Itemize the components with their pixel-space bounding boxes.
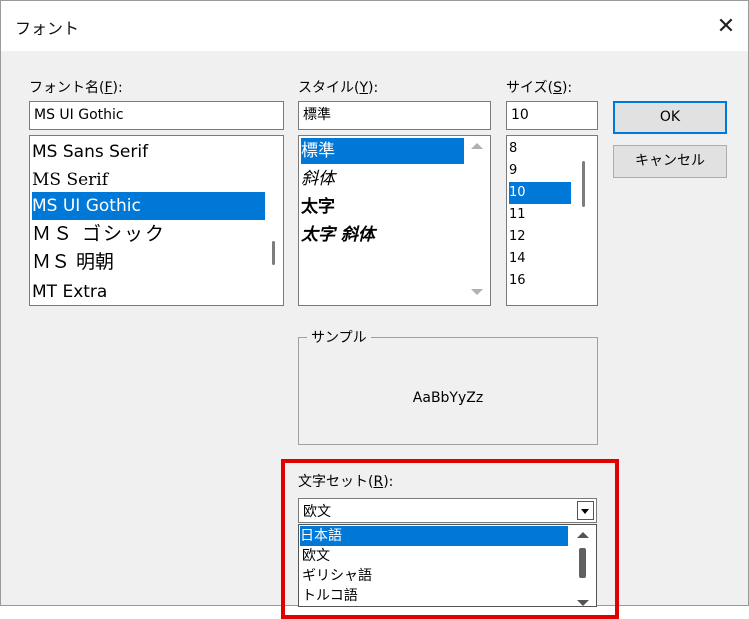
charset-highlight-box bbox=[281, 459, 619, 619]
style-scroll-down-icon[interactable] bbox=[471, 289, 483, 295]
font-name-list[interactable]: MS Sans Serif MS Serif MS UI Gothic ＭＳ ゴ… bbox=[29, 135, 284, 306]
size-label: サイズ(S): bbox=[506, 80, 573, 96]
style-item-regular[interactable]: 標準 bbox=[301, 138, 464, 164]
style-item-italic[interactable]: 斜体 bbox=[301, 166, 472, 192]
font-item-ms-serif[interactable]: MS Serif bbox=[32, 166, 265, 194]
size-list-scroll-thumb[interactable] bbox=[582, 161, 585, 207]
font-name-label: フォント名(F): bbox=[29, 80, 123, 96]
font-name-input[interactable]: MS UI Gothic bbox=[29, 101, 284, 130]
font-list-scroll-thumb[interactable] bbox=[272, 241, 275, 265]
style-list-scrollbar[interactable] bbox=[465, 137, 489, 304]
sample-group: サンプル AaBbYyZz bbox=[298, 327, 598, 445]
size-item-8[interactable]: 8 bbox=[509, 138, 571, 160]
style-scroll-up-icon[interactable] bbox=[471, 143, 483, 149]
close-button[interactable]: ✕ bbox=[704, 7, 748, 47]
size-input[interactable]: 10 bbox=[506, 101, 598, 130]
font-item-ms-mincho[interactable]: ＭＳ 明朝 bbox=[32, 248, 265, 276]
font-item-ms-ui-gothic[interactable]: MS UI Gothic bbox=[32, 192, 265, 220]
dialog-title: フォント bbox=[15, 19, 80, 38]
cancel-button[interactable]: キャンセル bbox=[613, 145, 727, 178]
title-bar: フォント ✕ bbox=[1, 1, 748, 51]
style-item-bold-italic[interactable]: 太字 斜体 bbox=[301, 222, 472, 248]
size-item-11[interactable]: 11 bbox=[509, 204, 571, 226]
font-item-ms-sans-serif[interactable]: MS Sans Serif bbox=[32, 138, 265, 166]
sample-text: AaBbYyZz bbox=[412, 390, 484, 406]
font-list-scrollbar[interactable] bbox=[266, 137, 282, 304]
size-list-scrollbar[interactable] bbox=[572, 137, 596, 304]
style-input[interactable]: 標準 bbox=[298, 101, 491, 130]
size-list[interactable]: 8 9 10 11 12 14 16 bbox=[506, 135, 598, 306]
ok-button[interactable]: OK bbox=[613, 101, 727, 134]
size-item-10[interactable]: 10 bbox=[509, 182, 571, 204]
style-item-bold[interactable]: 太字 bbox=[301, 194, 472, 220]
font-item-mt-extra[interactable]: MT Extra bbox=[32, 278, 265, 305]
style-label: スタイル(Y): bbox=[298, 80, 379, 96]
style-list[interactable]: 標準 斜体 太字 太字 斜体 bbox=[298, 135, 491, 306]
size-item-16[interactable]: 16 bbox=[509, 270, 571, 292]
size-item-12[interactable]: 12 bbox=[509, 226, 571, 248]
sample-label: サンプル bbox=[307, 327, 371, 347]
size-item-14[interactable]: 14 bbox=[509, 248, 571, 270]
font-item-ms-gothic[interactable]: ＭＳ ゴシック bbox=[32, 220, 265, 248]
size-item-9[interactable]: 9 bbox=[509, 160, 571, 182]
